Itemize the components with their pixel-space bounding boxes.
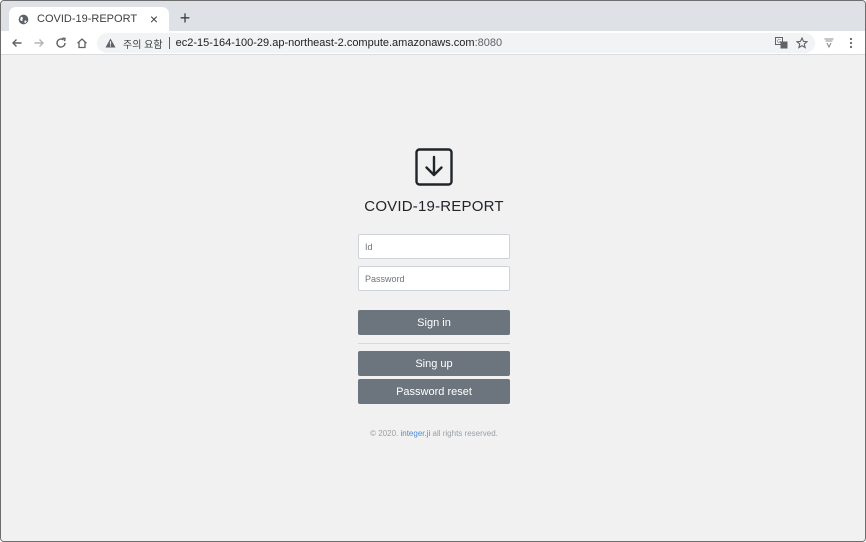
password-reset-button[interactable]: Password reset xyxy=(358,379,510,404)
address-bar[interactable]: 주의 요함 ec2-15-164-100-29.ap-northeast-2.c… xyxy=(97,33,815,53)
globe-icon xyxy=(17,13,29,25)
omnibox-divider xyxy=(168,37,170,49)
tab-title: COVID-19-REPORT xyxy=(37,13,138,25)
page-content: COVID-19-REPORT Sign in Sing up Password… xyxy=(1,56,865,541)
home-icon[interactable] xyxy=(74,35,90,51)
new-tab-button[interactable]: + xyxy=(177,9,193,27)
form-divider xyxy=(358,343,510,344)
forward-arrow-icon[interactable] xyxy=(31,35,47,51)
url-text[interactable]: ec2-15-164-100-29.ap-northeast-2.compute… xyxy=(176,37,503,49)
more-menu-icon[interactable] xyxy=(843,35,859,51)
browser-toolbar: 주의 요함 ec2-15-164-100-29.ap-northeast-2.c… xyxy=(1,31,865,55)
download-box-icon xyxy=(415,148,453,186)
warning-icon xyxy=(105,37,117,49)
browser-window: COVID-19-REPORT × + 주의 요함 ec2-15-164-100… xyxy=(0,0,866,542)
reload-icon[interactable] xyxy=(53,35,69,51)
page-title: COVID-19-REPORT xyxy=(364,198,504,215)
footer-author-link[interactable]: integer.ji xyxy=(400,429,430,438)
extension-icon[interactable] xyxy=(821,35,837,51)
footer-copyright: © 2020. integer.ji all rights reserved. xyxy=(1,429,865,438)
back-arrow-icon[interactable] xyxy=(9,35,25,51)
bookmark-star-icon[interactable] xyxy=(794,35,810,51)
tab-strip: COVID-19-REPORT × + xyxy=(1,1,865,31)
url-host: ec2-15-164-100-29.ap-northeast-2.compute… xyxy=(175,37,475,49)
close-icon[interactable]: × xyxy=(147,12,161,26)
security-status[interactable]: 주의 요함 xyxy=(123,36,163,51)
translate-icon[interactable]: G xyxy=(773,35,789,51)
url-port: :8080 xyxy=(474,37,503,49)
sign-up-button[interactable]: Sing up xyxy=(358,351,510,376)
sign-in-button[interactable]: Sign in xyxy=(358,310,510,335)
footer-suffix: all rights reserved. xyxy=(432,429,498,438)
browser-tab[interactable]: COVID-19-REPORT × xyxy=(9,7,169,31)
id-input[interactable] xyxy=(358,234,510,259)
footer-prefix: © 2020. xyxy=(370,429,399,438)
password-input[interactable] xyxy=(358,266,510,291)
